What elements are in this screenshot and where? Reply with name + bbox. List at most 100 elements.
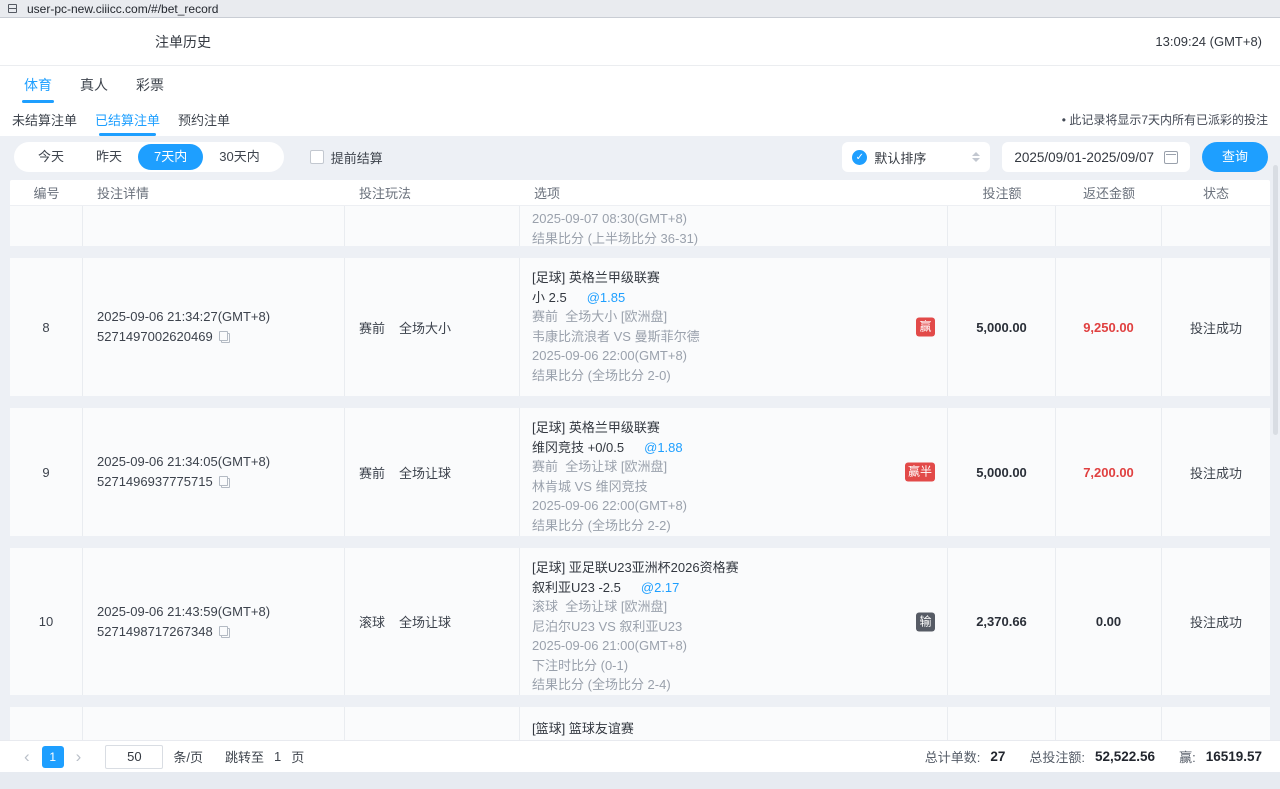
payout-amount: 7,200.00: [1056, 408, 1162, 536]
cell-status: [1162, 707, 1270, 740]
result-badge-half-win: 赢半: [905, 463, 935, 482]
col-header-payout: 返还金额: [1056, 183, 1162, 202]
bet-id: 5271498717267348: [97, 622, 213, 642]
total-count-value: 27: [990, 749, 1005, 764]
per-page-label: 条/页: [173, 747, 203, 766]
subtab-unsettled[interactable]: 未结算注单: [10, 104, 79, 135]
bet-detail-cell: 2025-09-06 21:34:27(GMT+8) 5271497002620…: [83, 258, 345, 396]
league-name: [足球] 英格兰甲级联赛: [532, 418, 903, 438]
stake-amount: 5,000.00: [948, 258, 1056, 396]
range-30days-button[interactable]: 30天内: [203, 144, 275, 170]
option-cell: [足球] 英格兰甲级联赛 维冈竞技 +0/0.5@1.88 赛前 全场让球 [欧…: [520, 408, 948, 536]
check-circle-icon: ✓: [852, 150, 867, 165]
total-win-label: 赢:: [1179, 747, 1196, 766]
sub-tabs: 未结算注单 已结算注单 预约注单 • 此记录将显示7天内所有已派彩的投注: [0, 103, 1280, 136]
next-page-button[interactable]: ›: [70, 748, 88, 765]
early-settle-checkbox[interactable]: [310, 150, 324, 164]
record-note: • 此记录将显示7天内所有已派彩的投注: [1062, 111, 1268, 128]
pick-text: 小 2.5: [532, 290, 567, 305]
teams-line: 尼泊尔U23 VS 叙利亚U23: [532, 617, 903, 637]
stake-amount: 5,000.00: [948, 408, 1056, 536]
play-period: 赛前: [359, 318, 385, 337]
col-header-detail: 投注详情: [83, 183, 345, 202]
pick-line: 小 2.5 @1.85: [532, 288, 903, 308]
range-7days-button[interactable]: 7天内: [138, 144, 203, 170]
jump-label: 跳转至: [225, 747, 264, 766]
bet-id: 5271496937775715: [97, 472, 213, 492]
subtab-reserved[interactable]: 预约注单: [176, 104, 232, 135]
tab-live[interactable]: 真人: [78, 69, 110, 101]
prev-page-button[interactable]: ‹: [18, 748, 36, 765]
result-score: 结果比分 (全场比分 2-2): [532, 516, 903, 536]
page-title: 注单历史: [155, 32, 211, 52]
search-button[interactable]: 查询: [1202, 142, 1268, 172]
league-name: [足球] 亚足联U23亚洲杯2026资格赛: [532, 558, 903, 578]
date-range-picker[interactable]: 2025/09/01-2025/09/07: [1002, 142, 1190, 172]
pick-text: 叙利亚U23 -2.5: [532, 580, 621, 595]
table-row: 10 2025-09-06 21:43:59(GMT+8) 5271498717…: [10, 548, 1270, 695]
page-size-input[interactable]: [105, 745, 163, 769]
cell-option: [篮球] 篮球友谊赛: [520, 707, 948, 740]
bottom-strip: [0, 772, 1280, 789]
option-cell: [足球] 英格兰甲级联赛 小 2.5 @1.85 赛前 全场大小 [欧洲盘] 韦康…: [520, 258, 948, 396]
market-line: 滚球 全场让球 [欧洲盘]: [532, 597, 903, 617]
calendar-icon: [1164, 151, 1178, 164]
tab-sports[interactable]: 体育: [22, 69, 54, 101]
range-today-button[interactable]: 今天: [22, 144, 80, 170]
stake-amount: 2,370.66: [948, 548, 1056, 695]
match-time: 2025-09-06 21:00(GMT+8): [532, 636, 903, 656]
teams-line: 韦康比流浪者 VS 曼斯菲尔德: [532, 327, 903, 347]
table-row: 9 2025-09-06 21:34:05(GMT+8) 52714969377…: [10, 408, 1270, 536]
content-region: 今天 昨天 7天内 30天内 提前结算 ✓ 默认排序 2025/09/01-20…: [0, 136, 1280, 740]
copy-icon[interactable]: [219, 626, 230, 638]
league-name: [篮球] 篮球友谊赛: [532, 719, 903, 739]
result-score: 结果比分 (全场比分 2-4): [532, 675, 903, 695]
copy-icon[interactable]: [219, 476, 230, 488]
play-cell: 赛前 全场大小: [345, 258, 520, 396]
jump-page-value[interactable]: 1: [274, 749, 281, 764]
bet-time: 2025-09-06 21:34:27(GMT+8): [97, 307, 344, 327]
early-settle-label: 提前结算: [331, 148, 383, 167]
cell-stake: [948, 707, 1056, 740]
tab-lottery[interactable]: 彩票: [134, 69, 166, 101]
bet-time: 2025-09-06 21:34:05(GMT+8): [97, 452, 344, 472]
bet-detail-cell: 2025-09-06 21:34:05(GMT+8) 5271496937775…: [83, 408, 345, 536]
pick-line: 叙利亚U23 -2.5@2.17: [532, 578, 903, 598]
total-win-value: 16519.57: [1206, 749, 1262, 764]
clock: 13:09:24 (GMT+8): [1155, 34, 1262, 49]
cell-no: [10, 206, 83, 246]
cell-stake: [948, 206, 1056, 246]
bet-detail-cell: 2025-09-06 21:43:59(GMT+8) 5271498717267…: [83, 548, 345, 695]
status-text: 投注成功: [1162, 548, 1270, 695]
cell-payout: [1056, 707, 1162, 740]
bet-time: 2025-09-06 21:43:59(GMT+8): [97, 602, 344, 622]
col-header-status: 状态: [1162, 183, 1270, 202]
table-header: 编号 投注详情 投注玩法 选项 投注额 返还金额 状态: [10, 180, 1270, 206]
result-score: 结果比分 (上半场比分 36-31): [532, 229, 903, 249]
range-yesterday-button[interactable]: 昨天: [80, 144, 138, 170]
row-number: 10: [10, 548, 83, 695]
browser-address-bar[interactable]: user-pc-new.ciiicc.com/#/bet_record: [0, 0, 1280, 18]
subtab-settled[interactable]: 已结算注单: [93, 104, 162, 135]
match-time: 2025-09-07 08:30(GMT+8): [532, 209, 903, 229]
play-period: 赛前: [359, 463, 385, 482]
play-cell: 赛前 全场让球: [345, 408, 520, 536]
odds-value: @1.85: [587, 290, 626, 305]
totals-summary: 总计单数: 27 总投注额: 52,522.56 赢: 16519.57: [911, 747, 1262, 766]
page-header: 注单历史 13:09:24 (GMT+8): [0, 18, 1280, 66]
current-page-button[interactable]: 1: [42, 746, 64, 768]
total-stake-value: 52,522.56: [1095, 749, 1155, 764]
page-unit-label: 页: [291, 747, 304, 766]
play-market: 全场让球: [399, 463, 451, 482]
cell-play: [345, 206, 520, 246]
market-line: 赛前 全场大小 [欧洲盘]: [532, 307, 903, 327]
col-header-stake: 投注额: [948, 183, 1056, 202]
table-row: 8 2025-09-06 21:34:27(GMT+8) 52714970026…: [10, 258, 1270, 396]
early-settle-filter[interactable]: 提前结算: [310, 148, 383, 167]
cell-option: 2025-09-07 08:30(GMT+8) 结果比分 (上半场比分 36-3…: [520, 206, 948, 246]
vertical-scrollbar-thumb[interactable]: [1273, 165, 1278, 435]
page-url: user-pc-new.ciiicc.com/#/bet_record: [27, 2, 218, 16]
league-name: [足球] 英格兰甲级联赛: [532, 268, 903, 288]
sort-select[interactable]: ✓ 默认排序: [842, 142, 990, 172]
copy-icon[interactable]: [219, 331, 230, 343]
